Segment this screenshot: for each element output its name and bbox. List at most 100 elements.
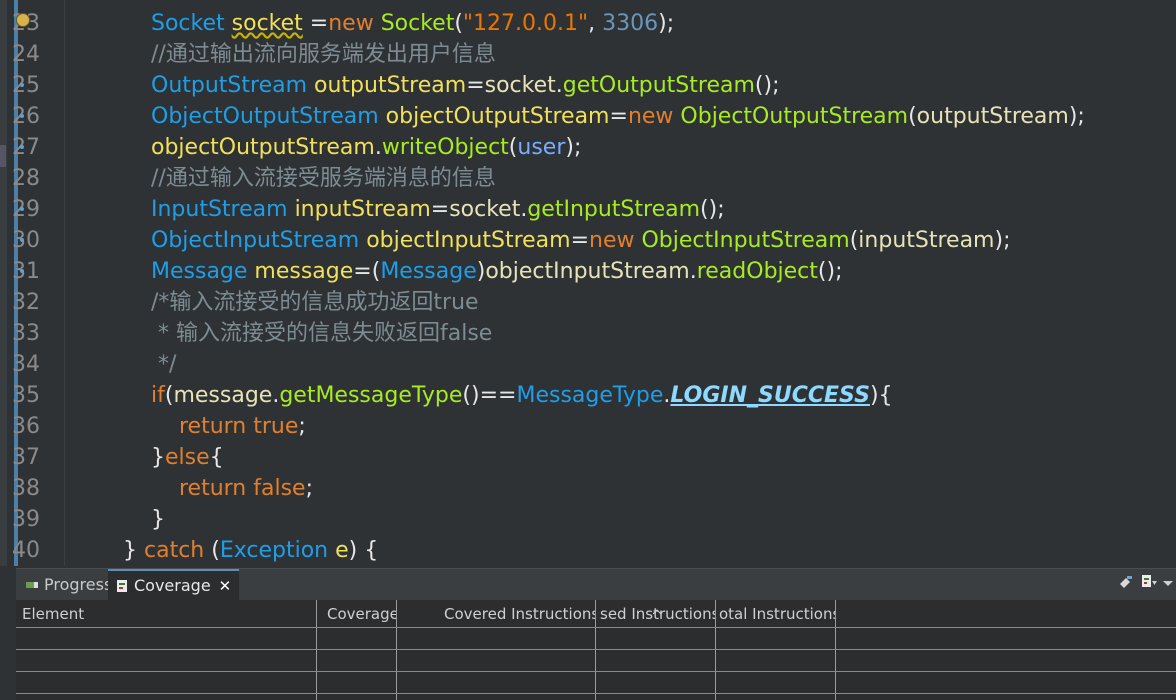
code-line[interactable]: //通过输入流接受服务端消息的信息 [151,163,496,194]
code-token: { [209,445,224,470]
code-line[interactable]: */ [151,349,176,380]
code-line[interactable]: }else{ [151,442,224,473]
code-token: ); [658,11,675,36]
code-line[interactable]: if(message.getMessageType()==MessageType… [151,380,893,411]
code-token: = [609,104,628,129]
code-line[interactable]: InputStream inputStream=socket.getInputS… [151,194,725,225]
code-token: ){ [869,383,893,408]
tab-progress-label: Progress [44,575,113,594]
column-header-covered-instructions[interactable]: Covered Instructions [444,600,596,628]
coverage-icon [116,572,128,592]
code-line[interactable]: ObjectInputStream objectInputStream=new … [151,225,1011,256]
code-line[interactable]: ObjectOutputStream objectOutputStream=ne… [151,101,1085,132]
code-line[interactable]: } [151,504,165,535]
editor-left-strip [0,0,7,566]
code-token: Socket [380,11,455,36]
code-line[interactable]: //通过输出流向服务端发出用户信息 [151,39,496,70]
code-token: (); [700,197,725,222]
column-divider[interactable] [715,600,716,700]
code-token: return false [151,476,306,501]
pin-icon[interactable] [1118,575,1134,593]
warning-marker-icon[interactable] [16,13,30,27]
close-icon[interactable]: ✕ [219,577,232,595]
code-token: } [151,445,165,470]
tab-progress[interactable]: Progress [20,569,118,601]
override-marker-icon [20,207,24,211]
line-number: 37 [12,445,40,470]
code-token: Exception [219,538,336,563]
column-divider[interactable] [595,600,596,700]
code-token: ); [565,135,582,160]
code-token: } [123,538,144,563]
code-line[interactable]: } catch (Exception e) { [123,535,378,566]
code-token: 3306 [602,11,659,36]
code-token: ) { [348,538,379,563]
code-token: objectInputStream [366,228,571,253]
override-marker-icon [20,83,24,87]
code-token: ( [454,11,463,36]
code-line[interactable]: * 输入流接受的信息失败返回false [151,318,492,349]
code-line[interactable]: objectOutputStream.writeObject(user); [151,132,581,163]
line-number: 34 [12,352,40,377]
code-token: } [151,507,165,532]
code-line[interactable]: Message message=(Message)objectInputStre… [151,256,842,287]
code-token: OutputStream [151,73,315,98]
line-number: 35 [12,383,40,408]
column-divider[interactable] [835,600,836,700]
code-token: inputStream [858,228,995,253]
column-header-coverage[interactable]: Coverage [327,600,397,628]
coverage-session-icon[interactable] [1140,575,1158,593]
code-token: */ [151,352,177,377]
code-line[interactable]: OutputStream outputStream=socket.getOutp… [151,70,780,101]
code-token: ; [298,414,306,439]
override-marker-icon [20,114,24,118]
code-token: objectOutputStream [151,135,375,160]
code-line[interactable]: /*输入流接受的信息成功返回true [151,287,479,318]
coverage-table[interactable]: Element Coverage Covered Instructions se… [16,600,1176,700]
code-token: getInputStream [527,197,701,222]
line-number: 32 [12,290,40,315]
sort-indicator-icon [652,600,662,619]
code-token: = [302,11,329,36]
table-row[interactable] [16,693,1176,694]
code-token: Message [380,259,477,284]
code-token: writeObject [381,135,509,160]
tab-coverage-label: Coverage [134,576,211,595]
override-marker-icon [20,145,24,149]
code-token: = [430,197,450,222]
column-header-total-instructions[interactable]: otal Instructions [719,600,835,628]
code-token: =( [353,259,381,284]
code-token: readObject [696,259,818,284]
table-row[interactable] [16,649,1176,650]
column-header-element[interactable]: Element [22,600,312,628]
overview-marker [0,145,6,167]
code-token: outputStream [314,73,467,98]
line-number: 36 [12,414,40,439]
code-line[interactable]: Socket socket =new Socket("127.0.0.1", 3… [151,8,674,39]
code-editor[interactable]: 23Socket socket =new Socket("127.0.0.1",… [0,0,1176,566]
progress-icon [26,570,38,588]
code-token: InputStream [151,197,295,222]
code-line[interactable]: return false; [151,473,313,504]
code-token: socket [231,11,303,36]
override-marker-icon [20,269,24,273]
code-token: ObjectInputStream [641,228,850,253]
code-token: * 输入流接受的信息失败返回false [151,321,493,346]
code-token: if [151,383,165,408]
column-divider[interactable] [316,600,317,700]
view-menu-icon[interactable] [1162,575,1174,593]
code-token: . [689,259,697,284]
code-token: ( [849,228,859,253]
code-token: ObjectOutputStream [151,104,386,129]
line-number: 28 [12,166,40,191]
code-token: new [589,228,642,253]
code-token: = [570,228,590,253]
code-line[interactable]: return true; [151,411,306,442]
code-token: . [555,73,563,98]
table-row[interactable] [16,671,1176,672]
column-divider[interactable] [396,600,397,700]
tab-coverage[interactable]: Coverage ✕ [108,569,240,601]
code-token: catch [144,538,212,563]
panel-left-edge [0,566,16,700]
code-token: ( [211,538,220,563]
